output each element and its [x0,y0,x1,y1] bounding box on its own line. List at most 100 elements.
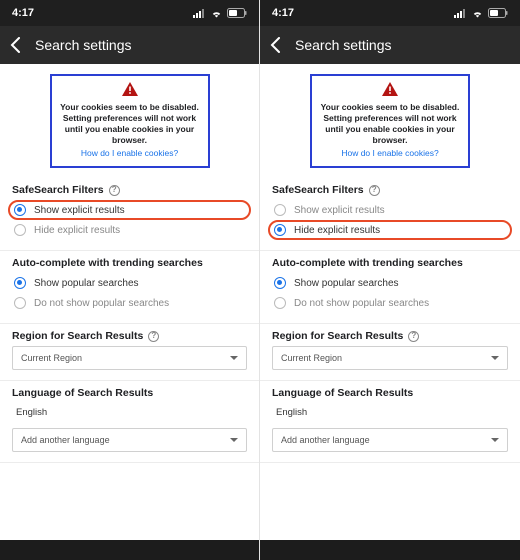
status-bar: 4:17 [0,0,259,26]
radio-label: Show popular searches [34,278,139,289]
select-value: Current Region [281,353,342,363]
header-bar: Search settings [0,26,259,64]
section-label: Region for Search Results [12,330,143,342]
page-title: Search settings [295,37,392,53]
warning-icon [122,82,138,99]
language-section: Language of Search Results English Add a… [260,381,520,463]
chevron-left-icon [10,37,21,53]
status-time: 4:17 [272,7,294,19]
cookie-warning-line1: Your cookies seem to be disabled. [320,102,460,113]
cookie-help-link[interactable]: How do I enable cookies? [60,148,200,158]
status-time: 4:17 [12,7,34,19]
battery-icon [488,8,508,18]
region-title: Region for Search Results ? [12,330,247,342]
bottom-bar [0,540,259,560]
radio-show-popular[interactable]: Show popular searches [272,273,508,293]
safesearch-title: SafeSearch Filters ? [272,184,508,196]
chevron-down-icon [230,356,238,360]
radio-icon [274,277,286,289]
chevron-down-icon [491,356,499,360]
status-icons [454,8,508,18]
safesearch-section: SafeSearch Filters ? Show explicit resul… [0,178,259,251]
safesearch-section: SafeSearch Filters ? Show explicit resul… [260,178,520,251]
language-section: Language of Search Results English Add a… [0,381,259,463]
language-add-select[interactable]: Add another language [272,428,508,452]
autocomplete-title: Auto-complete with trending searches [272,257,508,269]
radio-icon [14,204,26,216]
cookie-warning: Your cookies seem to be disabled. Settin… [310,74,470,168]
phone-right: 4:17 Search settings Your cookies seem t… [260,0,520,560]
region-select[interactable]: Current Region [272,346,508,370]
header-bar: Search settings [260,26,520,64]
region-select[interactable]: Current Region [12,346,247,370]
page-title: Search settings [35,37,132,53]
radio-icon [274,224,286,236]
wifi-icon [210,9,223,18]
radio-icon [14,224,26,236]
select-value: Current Region [21,353,82,363]
cookie-help-link[interactable]: How do I enable cookies? [320,148,460,158]
warning-icon [382,82,398,99]
battery-icon [227,8,247,18]
autocomplete-section: Auto-complete with trending searches Sho… [260,251,520,324]
radio-hide-explicit[interactable]: Hide explicit results [12,220,247,240]
radio-icon [274,297,286,309]
radio-hide-popular[interactable]: Do not show popular searches [272,293,508,313]
language-title: Language of Search Results [12,387,247,399]
radio-show-explicit[interactable]: Show explicit results [272,200,508,220]
radio-label: Do not show popular searches [34,298,169,309]
region-section: Region for Search Results ? Current Regi… [0,324,259,381]
safesearch-title: SafeSearch Filters ? [12,184,247,196]
chevron-down-icon [230,438,238,442]
help-icon[interactable]: ? [408,331,419,342]
select-value: Add another language [21,435,110,445]
section-label: Auto-complete with trending searches [12,257,203,269]
language-add-select[interactable]: Add another language [12,428,247,452]
signal-icon [193,9,206,18]
radio-label: Hide explicit results [34,225,120,236]
signal-icon [454,9,467,18]
radio-label: Hide explicit results [294,225,380,236]
section-label: Auto-complete with trending searches [272,257,463,269]
region-title: Region for Search Results ? [272,330,508,342]
radio-label: Show explicit results [34,205,125,216]
cookie-warning-line1: Your cookies seem to be disabled. [60,102,200,113]
radio-show-explicit[interactable]: Show explicit results [8,200,251,220]
section-label: Language of Search Results [272,387,413,399]
radio-icon [14,297,26,309]
language-title: Language of Search Results [272,387,508,399]
radio-hide-explicit[interactable]: Hide explicit results [268,220,512,240]
section-label: SafeSearch Filters [12,184,104,196]
status-bar: 4:17 [260,0,520,26]
phone-left: 4:17 Search settings Your cookies seem t… [0,0,260,560]
radio-icon [274,204,286,216]
back-button[interactable] [10,37,21,53]
language-current: English [12,403,247,424]
back-button[interactable] [270,37,281,53]
help-icon[interactable]: ? [109,185,120,196]
radio-show-popular[interactable]: Show popular searches [12,273,247,293]
cookie-warning-line2: Setting preferences will not work until … [60,113,200,146]
autocomplete-section: Auto-complete with trending searches Sho… [0,251,259,324]
cookie-warning: Your cookies seem to be disabled. Settin… [50,74,210,168]
cookie-warning-line2: Setting preferences will not work until … [320,113,460,146]
autocomplete-title: Auto-complete with trending searches [12,257,247,269]
section-label: SafeSearch Filters [272,184,364,196]
status-icons [193,8,247,18]
section-label: Region for Search Results [272,330,403,342]
chevron-down-icon [491,438,499,442]
wifi-icon [471,9,484,18]
help-icon[interactable]: ? [148,331,159,342]
language-current: English [272,403,508,424]
radio-label: Do not show popular searches [294,298,429,309]
radio-hide-popular[interactable]: Do not show popular searches [12,293,247,313]
region-section: Region for Search Results ? Current Regi… [260,324,520,381]
help-icon[interactable]: ? [369,185,380,196]
bottom-bar [260,540,520,560]
section-label: Language of Search Results [12,387,153,399]
radio-label: Show popular searches [294,278,399,289]
radio-label: Show explicit results [294,205,385,216]
select-value: Add another language [281,435,370,445]
radio-icon [14,277,26,289]
chevron-left-icon [270,37,281,53]
